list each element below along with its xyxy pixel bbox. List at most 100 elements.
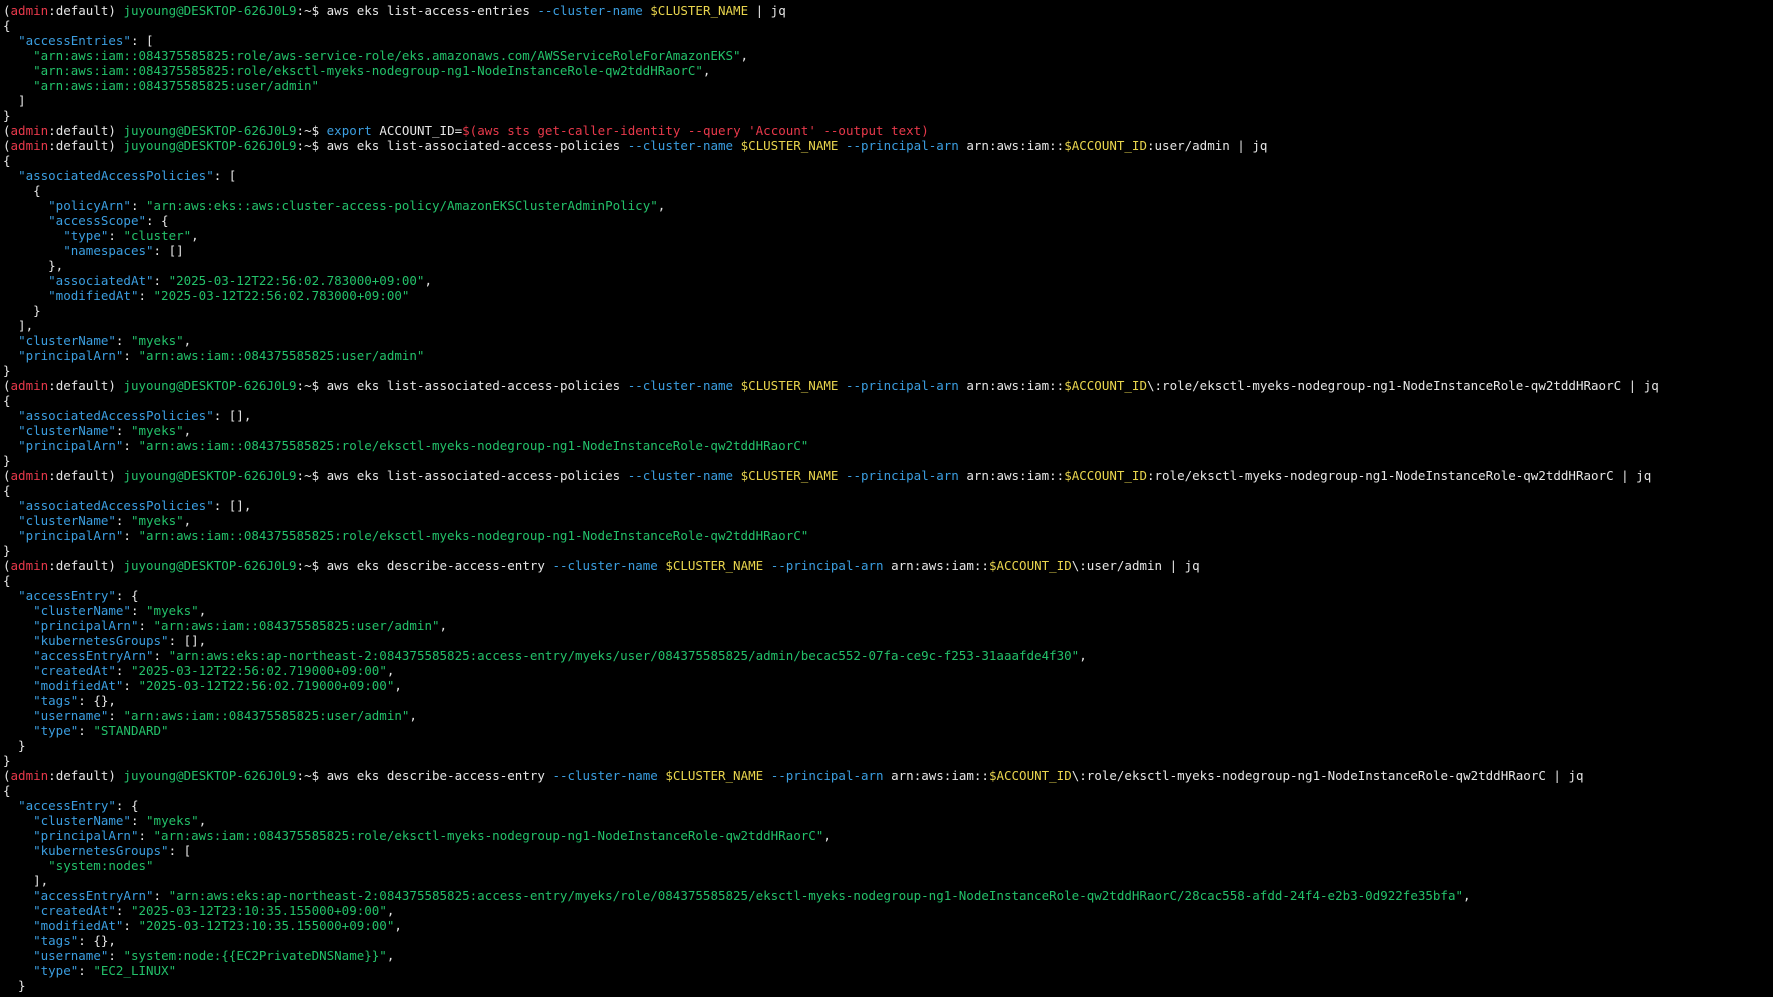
output-text: "associatedAccessPolicies" bbox=[18, 168, 214, 183]
output-line: "associatedAt": "2025-03-12T22:56:02.783… bbox=[3, 273, 1773, 288]
output-text: : bbox=[123, 438, 139, 453]
output-text: "principalArn" bbox=[18, 348, 124, 363]
prompt-paren-close: ) bbox=[108, 558, 124, 573]
output-text: "principalArn" bbox=[18, 438, 124, 453]
output-line: "arn:aws:iam::084375585825:role/eksctl-m… bbox=[3, 63, 1773, 78]
command-line: (admin:default) juyoung@DESKTOP-626J0L9:… bbox=[3, 3, 1773, 18]
prompt-context: default bbox=[55, 378, 109, 393]
output-line: "system:nodes" bbox=[3, 858, 1773, 873]
command-line: (admin:default) juyoung@DESKTOP-626J0L9:… bbox=[3, 138, 1773, 153]
command-line: (admin:default) juyoung@DESKTOP-626J0L9:… bbox=[3, 123, 1773, 138]
output-line: "clusterName": "myeks", bbox=[3, 423, 1773, 438]
output-text: "username" bbox=[33, 708, 109, 723]
prompt-paren-open: ( bbox=[3, 378, 11, 393]
prompt-paren-open: ( bbox=[3, 138, 11, 153]
output-text: "arn:aws:iam::084375585825:role/eksctl-m… bbox=[138, 528, 809, 543]
prompt-suffix: :~$ bbox=[296, 468, 327, 483]
output-text: "system:node:{{EC2PrivateDNSName}}" bbox=[123, 948, 387, 963]
prompt-paren-close: ) bbox=[108, 378, 124, 393]
output-text: : { bbox=[146, 213, 169, 228]
output-text: } bbox=[3, 363, 11, 378]
output-text: "myeks" bbox=[146, 603, 199, 618]
command-text: aws eks list-associated-access-policies bbox=[326, 468, 628, 483]
output-text: } bbox=[3, 978, 26, 993]
prompt-user: admin bbox=[10, 768, 49, 783]
output-text: "arn:aws:iam::084375585825:user/admin" bbox=[123, 708, 410, 723]
output-text: "accessEntryArn" bbox=[33, 888, 154, 903]
output-text: "myeks" bbox=[130, 333, 184, 348]
output-line: "clusterName": "myeks", bbox=[3, 603, 1773, 618]
output-text: "arn:aws:eks:ap-northeast-2:084375585825… bbox=[168, 888, 1464, 903]
output-text: { bbox=[3, 783, 11, 798]
output-line: "policyArn": "arn:aws:eks::aws:cluster-a… bbox=[3, 198, 1773, 213]
output-line: } bbox=[3, 543, 1773, 558]
prompt-user: admin bbox=[10, 558, 49, 573]
output-line: "accessEntryArn": "arn:aws:eks:ap-northe… bbox=[3, 648, 1773, 663]
prompt-colon: : bbox=[48, 468, 56, 483]
prompt-host: juyoung@DESKTOP-626J0L9 bbox=[123, 378, 297, 393]
output-line: } bbox=[3, 753, 1773, 768]
command-text: aws eks list-associated-access-policies bbox=[326, 378, 628, 393]
terminal-window[interactable]: ( admin: default) juyoung@DESKTOP-626J0L9:… bbox=[0, 0, 1773, 997]
command-text: --cluster-name bbox=[537, 3, 651, 18]
output-text: : bbox=[115, 663, 131, 678]
prompt-paren-open: ( bbox=[3, 123, 11, 138]
command-text bbox=[763, 768, 771, 783]
output-line: "modifiedAt": "2025-03-12T22:56:02.71900… bbox=[3, 678, 1773, 693]
output-line: "accessEntryArn": "arn:aws:eks:ap-northe… bbox=[3, 888, 1773, 903]
output-line: { bbox=[3, 153, 1773, 168]
output-line: "principalArn": "arn:aws:iam::0843755858… bbox=[3, 528, 1773, 543]
output-text: "system:nodes" bbox=[48, 858, 154, 873]
output-text: "arn:aws:iam::084375585825:role/eksctl-m… bbox=[153, 828, 824, 843]
output-text: "principalArn" bbox=[33, 618, 139, 633]
output-line: "createdAt": "2025-03-12T22:56:02.719000… bbox=[3, 663, 1773, 678]
output-text: , bbox=[740, 48, 749, 63]
output-text: } bbox=[3, 543, 11, 558]
output-line: "arn:aws:iam::084375585825:user/admin" bbox=[3, 78, 1773, 93]
command-text: aws eks list-access-entries bbox=[326, 3, 538, 18]
output-text: : bbox=[123, 348, 139, 363]
output-text: "myeks" bbox=[130, 423, 184, 438]
prompt-user: admin bbox=[10, 3, 49, 18]
output-line: "principalArn": "arn:aws:iam::0843755858… bbox=[3, 828, 1773, 843]
output-text: "2025-03-12T22:56:02.719000+09:00" bbox=[130, 663, 387, 678]
command-text: | jq bbox=[748, 3, 786, 18]
output-text: : bbox=[130, 813, 147, 828]
output-line: "principalArn": "arn:aws:iam::0843755858… bbox=[3, 438, 1773, 453]
output-line: "tags": {}, bbox=[3, 693, 1773, 708]
output-text: }, bbox=[3, 258, 64, 273]
output-text: : bbox=[130, 198, 147, 213]
output-line: "type": "EC2_LINUX" bbox=[3, 963, 1773, 978]
output-text: , bbox=[394, 918, 402, 933]
command-line: (admin:default) juyoung@DESKTOP-626J0L9:… bbox=[3, 558, 1773, 573]
output-line: "accessEntry": { bbox=[3, 588, 1773, 603]
output-text: : {}, bbox=[78, 933, 116, 948]
output-line: { bbox=[3, 483, 1773, 498]
output-text: , bbox=[702, 63, 711, 78]
prompt-host: juyoung@DESKTOP-626J0L9 bbox=[123, 123, 297, 138]
prompt-context: default bbox=[55, 558, 109, 573]
prompt-host: juyoung@DESKTOP-626J0L9 bbox=[123, 768, 297, 783]
output-text: { bbox=[3, 153, 11, 168]
output-line: "kubernetesGroups": [ bbox=[3, 843, 1773, 858]
output-line: "type": "STANDARD" bbox=[3, 723, 1773, 738]
shell-prompt: (admin:default) juyoung@DESKTOP-626J0L9:… bbox=[3, 138, 327, 153]
output-text: : bbox=[123, 528, 139, 543]
output-line: { bbox=[3, 18, 1773, 33]
output-text: : bbox=[108, 948, 124, 963]
output-text: } bbox=[3, 453, 11, 468]
prompt-host: juyoung@DESKTOP-626J0L9 bbox=[123, 138, 297, 153]
